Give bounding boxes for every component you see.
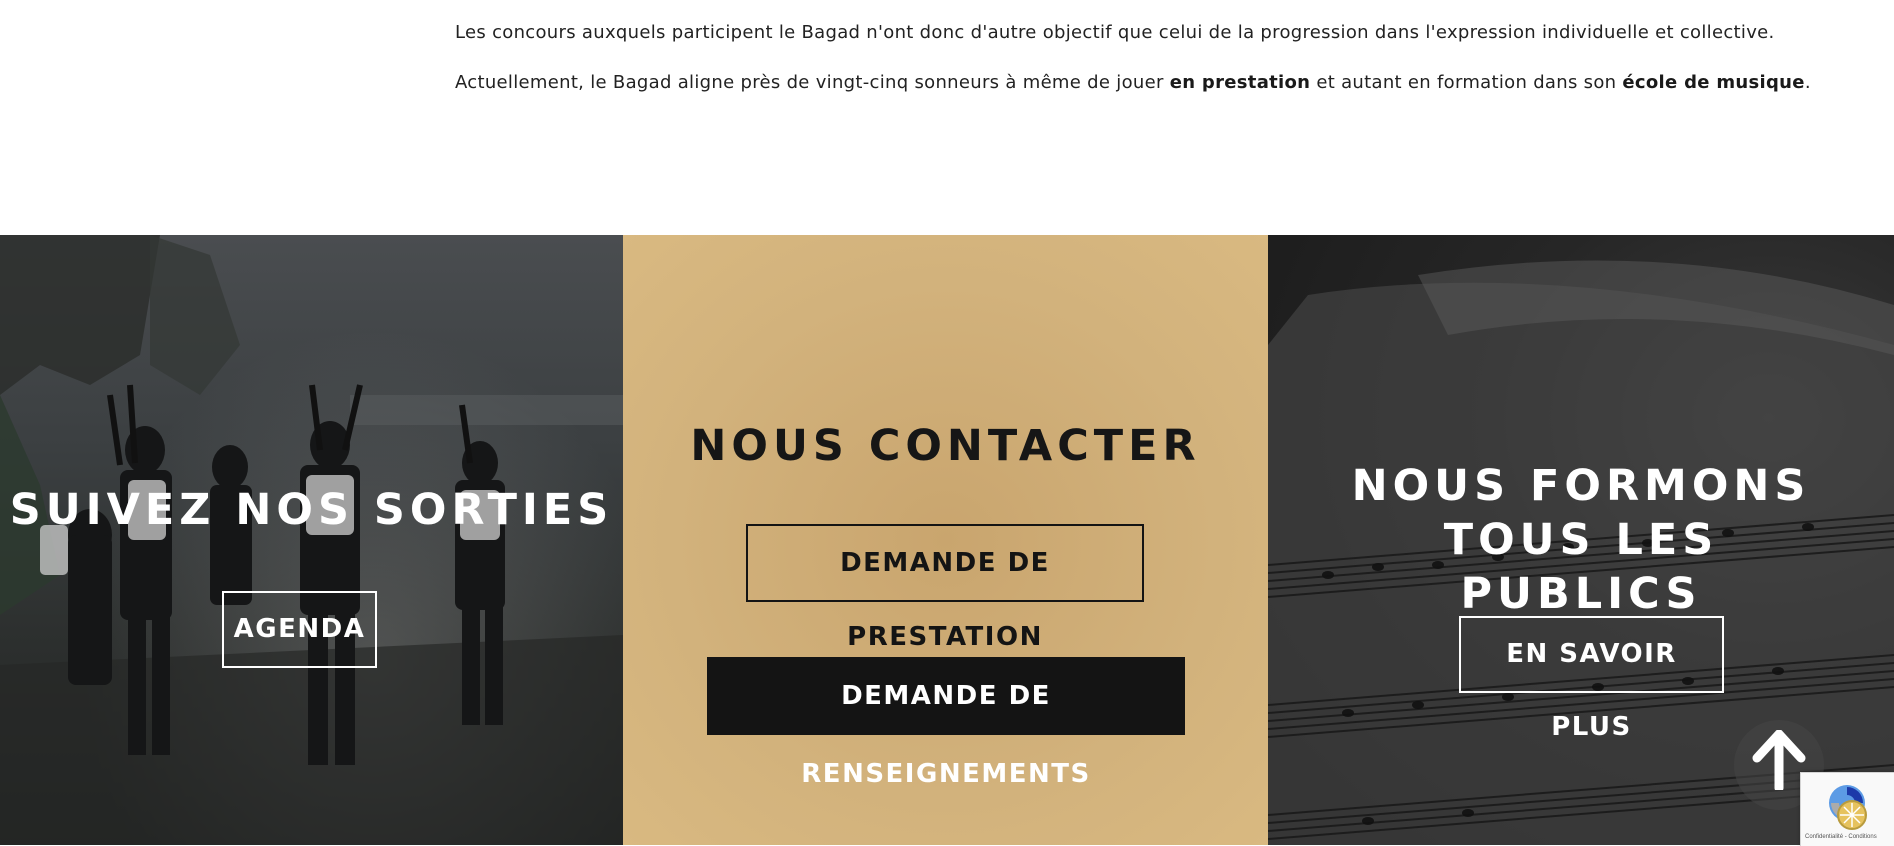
intro-text: . (1804, 72, 1811, 93)
recaptcha-text[interactable]: Confidentialité - Conditions (1805, 834, 1877, 840)
formation-heading-line2: PUBLICS (1460, 569, 1702, 619)
recaptcha-logo-icon (1829, 785, 1867, 830)
intro-paragraph-2: Actuellement, le Bagad aligne près de vi… (455, 72, 1835, 93)
recaptcha-badge[interactable]: Confidentialité - Conditions (1800, 772, 1894, 846)
contact-heading: NOUS CONTACTER (690, 421, 1201, 471)
demande-prestation-button[interactable]: DEMANDE DE PRESTATION (746, 524, 1144, 652)
intro-text: et autant en formation dans son (1310, 72, 1623, 93)
intro-bold-prestation: en prestation (1169, 72, 1311, 93)
intro-bold-ecole: école de musique (1622, 72, 1805, 93)
demande-renseignements-button[interactable]: DEMANDE DE RENSEIGNEMENTS (707, 657, 1185, 789)
intro-section: Les concours auxquels participent le Bag… (0, 0, 1894, 235)
formation-heading-line1: NOUS FORMONS TOUS LES (1351, 461, 1811, 565)
intro-text: Actuellement, le Bagad aligne près de vi… (455, 72, 1170, 93)
panel-sorties: SUIVEZ NOS SORTIES AGENDA (0, 235, 623, 845)
en-savoir-plus-button[interactable]: EN SAVOIR PLUS (1459, 616, 1724, 742)
intro-paragraph-1: Les concours auxquels participent le Bag… (455, 22, 1775, 43)
formation-heading: NOUS FORMONS TOUS LES PUBLICS (1268, 459, 1894, 621)
sorties-heading: SUIVEZ NOS SORTIES (9, 485, 614, 535)
agenda-button[interactable]: AGENDA (222, 591, 377, 668)
panel-contact: NOUS CONTACTER DEMANDE DE PRESTATION DEM… (623, 235, 1268, 845)
arrow-up-icon (1752, 730, 1806, 790)
pipe-band-photo (0, 235, 623, 845)
cta-band: SUIVEZ NOS SORTIES AGENDA NOUS CONTACTER… (0, 235, 1894, 845)
